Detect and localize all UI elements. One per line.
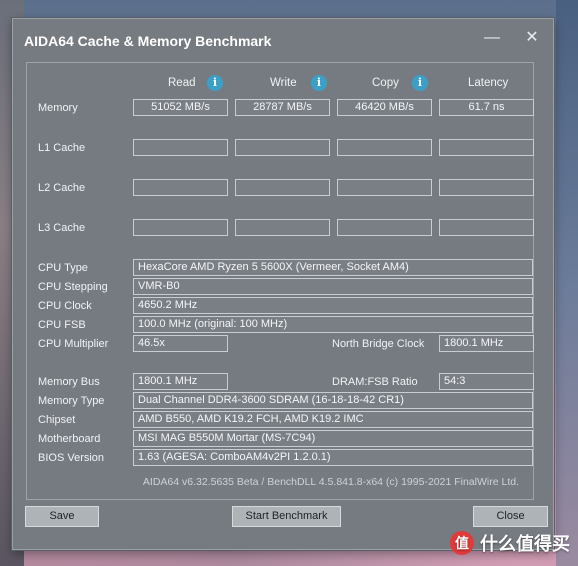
l3-latency-value (439, 219, 534, 236)
cpu-stepping-value: VMR-B0 (133, 278, 533, 295)
l1-cache-label: L1 Cache (38, 142, 86, 154)
motherboard-value: MSI MAG B550M Mortar (MS-7C94) (133, 430, 533, 447)
window-title: AIDA64 Cache & Memory Benchmark (24, 33, 272, 49)
bios-version-label: BIOS Version (38, 452, 105, 464)
cpu-clock-value: 4650.2 MHz (133, 297, 533, 314)
memory-bus-value: 1800.1 MHz (133, 373, 228, 390)
watermark-logo-icon: 值 (450, 531, 474, 555)
memory-bus-label: Memory Bus (38, 376, 100, 388)
l3-cache-label: L3 Cache (38, 222, 86, 234)
dram-fsb-ratio-label: DRAM:FSB Ratio (332, 376, 418, 388)
cpu-multiplier-label: CPU Multiplier (38, 338, 109, 350)
l2-cache-label: L2 Cache (38, 182, 86, 194)
site-watermark: 值 什么值得买 (450, 530, 570, 556)
memory-latency-value: 61.7 ns (439, 99, 534, 116)
l2-latency-value (439, 179, 534, 196)
motherboard-label: Motherboard (38, 433, 101, 445)
cpu-fsb-label: CPU FSB (38, 319, 86, 331)
copy-header: Copy (372, 77, 399, 89)
cpu-type-label: CPU Type (38, 262, 88, 274)
l2-copy-value (337, 179, 432, 196)
read-info-icon[interactable]: i (207, 75, 223, 91)
memory-copy-value: 46420 MB/s (337, 99, 432, 116)
cpu-type-value: HexaCore AMD Ryzen 5 5600X (Vermeer, Soc… (133, 259, 533, 276)
watermark-text: 什么值得买 (480, 534, 570, 554)
north-bridge-clock-value: 1800.1 MHz (439, 335, 534, 352)
l1-latency-value (439, 139, 534, 156)
memory-type-value: Dual Channel DDR4-3600 SDRAM (16-18-18-4… (133, 392, 533, 409)
title-bar[interactable]: AIDA64 Cache & Memory Benchmark — ✕ (13, 19, 553, 61)
l3-write-value (235, 219, 330, 236)
memory-row-label: Memory (38, 102, 78, 114)
l3-copy-value (337, 219, 432, 236)
chipset-value: AMD B550, AMD K19.2 FCH, AMD K19.2 IMC (133, 411, 533, 428)
l2-write-value (235, 179, 330, 196)
dram-fsb-ratio-value: 54:3 (439, 373, 534, 390)
memory-read-value: 51052 MB/s (133, 99, 228, 116)
l1-read-value (133, 139, 228, 156)
l3-read-value (133, 219, 228, 236)
north-bridge-clock-label: North Bridge Clock (332, 338, 425, 350)
chipset-label: Chipset (38, 414, 76, 426)
cpu-stepping-label: CPU Stepping (38, 281, 108, 293)
save-button[interactable]: Save (25, 506, 99, 527)
benchmark-window: AIDA64 Cache & Memory Benchmark — ✕ Read… (12, 18, 554, 550)
desktop-background-right (556, 0, 578, 566)
cpu-multiplier-value: 46.5x (133, 335, 228, 352)
write-info-icon[interactable]: i (311, 75, 327, 91)
close-button[interactable]: Close (473, 506, 548, 527)
minimize-icon[interactable]: — (481, 27, 503, 49)
cpu-fsb-value: 100.0 MHz (original: 100 MHz) (133, 316, 533, 333)
close-icon[interactable]: ✕ (521, 27, 543, 49)
l1-write-value (235, 139, 330, 156)
memory-write-value: 28787 MB/s (235, 99, 330, 116)
latency-header: Latency (468, 77, 509, 89)
write-header: Write (270, 77, 297, 89)
l1-copy-value (337, 139, 432, 156)
memory-type-label: Memory Type (38, 395, 105, 407)
l2-read-value (133, 179, 228, 196)
results-panel: Read i Write i Copy i Latency Memory 510… (26, 62, 534, 500)
read-header: Read (168, 77, 196, 89)
copy-info-icon[interactable]: i (412, 75, 428, 91)
bios-version-value: 1.63 (AGESA: ComboAM4v2PI 1.2.0.1) (133, 449, 533, 466)
version-footer: AIDA64 v6.32.5635 Beta / BenchDLL 4.5.84… (142, 476, 519, 488)
cpu-clock-label: CPU Clock (38, 300, 92, 312)
start-benchmark-button[interactable]: Start Benchmark (232, 506, 341, 527)
